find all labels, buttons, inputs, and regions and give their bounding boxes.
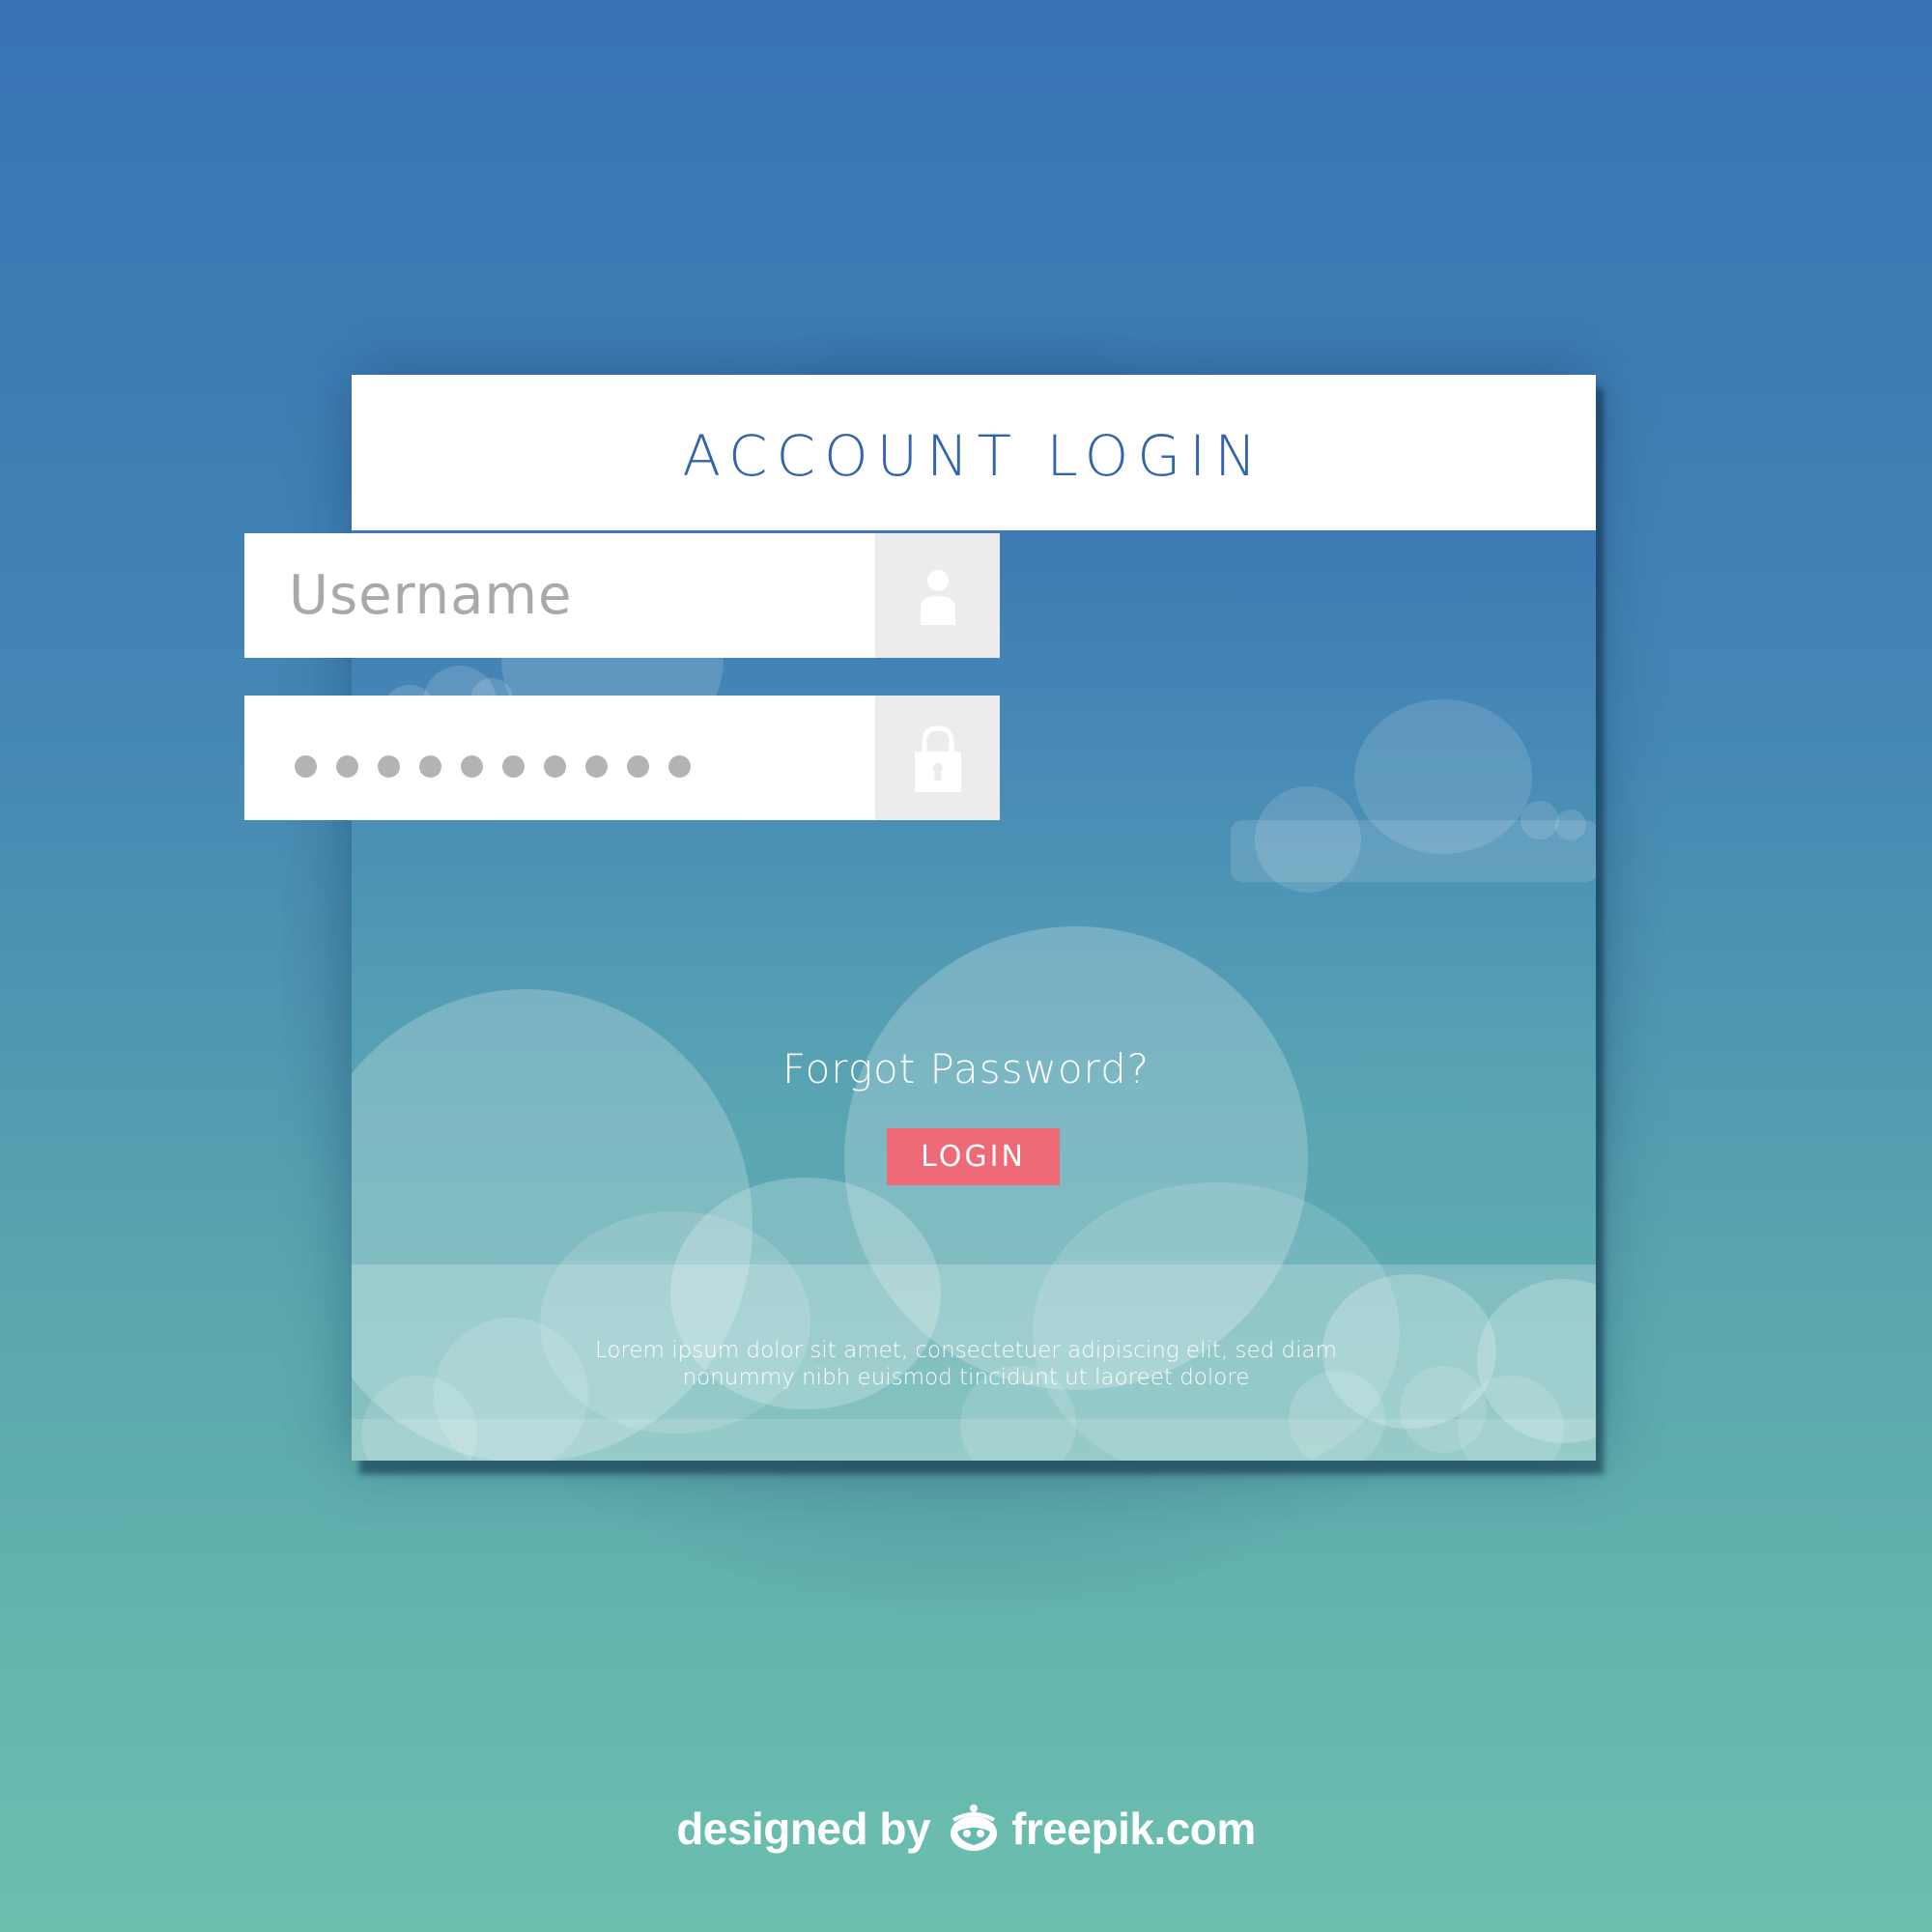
credit-prefix: designed by (676, 1804, 931, 1854)
username-icon-box (875, 533, 1000, 658)
password-dot (627, 755, 649, 778)
forgot-password-link[interactable]: Forgot Password? (0, 1045, 1932, 1093)
password-dot (419, 755, 441, 778)
page-title: ACCOUNT LOGIN (682, 422, 1265, 489)
password-dot (336, 755, 358, 778)
login-button[interactable]: LOGIN (887, 1128, 1060, 1185)
password-dot (378, 755, 400, 778)
credit-line: designed by freepik.com (0, 1803, 1932, 1855)
password-input[interactable] (244, 755, 875, 778)
credit-brand: freepik.com (1011, 1804, 1256, 1854)
user-icon (920, 569, 955, 625)
card-header: ACCOUNT LOGIN (352, 375, 1596, 530)
password-field[interactable] (244, 696, 1000, 820)
password-dot (668, 755, 691, 778)
cloud-right (1231, 699, 1596, 893)
password-dot (502, 755, 525, 778)
password-dot (585, 755, 608, 778)
freepik-logo-icon (944, 1803, 1004, 1855)
password-dot (461, 755, 483, 778)
password-dot (295, 755, 317, 778)
footer-text-line-1: Lorem ipsum dolor sit amet, consectetuer… (594, 1338, 1338, 1363)
card-body (352, 530, 1596, 1461)
username-field[interactable]: Username (244, 533, 1000, 658)
password-dot (544, 755, 566, 778)
password-icon-box (875, 696, 1000, 820)
footer-text-line-2: nonummy nibh euismod tincidunt ut laoree… (682, 1365, 1250, 1390)
lock-icon (914, 724, 961, 792)
username-input[interactable]: Username (244, 564, 875, 627)
clouds-illustration (352, 579, 1596, 1461)
